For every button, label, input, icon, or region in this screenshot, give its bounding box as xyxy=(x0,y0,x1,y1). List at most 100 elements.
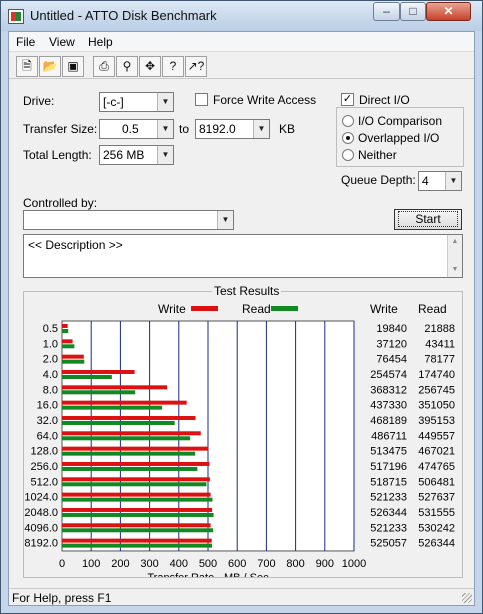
new-document-icon[interactable]: 🗎 xyxy=(16,56,38,77)
read-value-label: 395153 xyxy=(418,415,455,427)
read-bar xyxy=(62,497,213,502)
toolbar: 🗎 📂 ▣ ⎙ ⚲ ✥ ? ↗? xyxy=(9,53,474,79)
overlapped-io-radio[interactable] xyxy=(342,132,354,144)
y-tick-label: 2048.0 xyxy=(24,507,58,519)
x-tick-label: 300 xyxy=(140,558,158,570)
x-tick-label: 900 xyxy=(316,558,334,570)
y-tick-label: 1024.0 xyxy=(24,492,58,504)
read-value-label: 527637 xyxy=(418,492,455,504)
y-tick-label: 32.0 xyxy=(37,415,58,427)
read-bar xyxy=(62,390,136,395)
read-value-label: 526344 xyxy=(418,538,455,550)
y-tick-label: 4096.0 xyxy=(24,522,58,534)
title-bar[interactable]: Untitled - ATTO Disk Benchmark – □ ✕ xyxy=(1,1,482,31)
x-tick-label: 1000 xyxy=(342,558,366,570)
description-scrollbar[interactable]: ▲ ▼ xyxy=(447,235,462,277)
close-button[interactable]: ✕ xyxy=(426,2,471,21)
neither-radio[interactable] xyxy=(342,149,354,161)
test-results-group: Test Results Write Read Write Read 0.5 19… xyxy=(23,284,463,578)
transfer-from-value: 0.5 xyxy=(122,122,139,136)
context-help-icon[interactable]: ↗? xyxy=(185,56,207,77)
transfer-size-label: Transfer Size: xyxy=(23,122,98,136)
help-icon[interactable]: ? xyxy=(162,56,184,77)
controlled-by-select[interactable]: ▼ xyxy=(23,210,234,230)
description-text: << Description >> xyxy=(28,238,123,252)
chevron-down-icon: ▼ xyxy=(157,120,173,138)
write-value-label: 517196 xyxy=(370,461,407,473)
write-bar xyxy=(62,369,135,374)
description-box[interactable]: << Description >> ▲ ▼ xyxy=(23,234,463,278)
print-preview-icon[interactable]: ⚲ xyxy=(116,56,138,77)
maximize-button[interactable]: □ xyxy=(400,2,426,21)
scroll-down-icon[interactable]: ▼ xyxy=(448,263,462,277)
direct-io-checkbox[interactable]: ✓ xyxy=(341,93,354,106)
chevron-down-icon: ▼ xyxy=(217,211,233,229)
write-value-label: 437330 xyxy=(370,400,407,412)
transfer-from-select[interactable]: 0.5 ▼ xyxy=(99,119,174,139)
y-tick-label: 0.5 xyxy=(43,323,58,335)
write-value-label: 468189 xyxy=(370,415,407,427)
read-bar xyxy=(62,420,175,425)
y-tick-label: 4.0 xyxy=(43,369,58,381)
chevron-down-icon: ▼ xyxy=(445,172,461,190)
write-bar xyxy=(62,446,209,451)
app-window: Untitled - ATTO Disk Benchmark – □ ✕ Fil… xyxy=(0,0,483,614)
client-area: File View Help 🗎 📂 ▣ ⎙ ⚲ ✥ ? ↗? Drive: [… xyxy=(8,31,475,606)
y-tick-label: 1.0 xyxy=(43,338,58,350)
write-bar xyxy=(62,523,211,528)
read-value-label: 78177 xyxy=(424,354,455,366)
menu-view[interactable]: View xyxy=(49,35,75,49)
write-bar xyxy=(62,492,211,497)
read-value-label: 506481 xyxy=(418,476,455,488)
write-value-label: 518715 xyxy=(370,476,407,488)
read-bar xyxy=(62,436,191,441)
io-comparison-radio[interactable] xyxy=(342,115,354,127)
total-length-value: 256 MB xyxy=(103,148,145,162)
write-bar xyxy=(62,339,73,344)
save-icon[interactable]: ▣ xyxy=(62,56,84,77)
move-icon[interactable]: ✥ xyxy=(139,56,161,77)
minimize-button[interactable]: – xyxy=(373,2,400,21)
force-write-label: Force Write Access xyxy=(213,93,317,107)
read-bar xyxy=(62,466,198,471)
x-tick-label: 700 xyxy=(257,558,275,570)
y-tick-label: 16.0 xyxy=(37,400,58,412)
force-write-checkbox[interactable] xyxy=(195,93,208,106)
transfer-to-select[interactable]: 8192.0 ▼ xyxy=(195,119,270,139)
chevron-down-icon: ▼ xyxy=(157,93,173,111)
start-button[interactable]: Start xyxy=(394,209,462,230)
write-value-label: 521233 xyxy=(370,492,407,504)
queue-depth-select[interactable]: 4 ▼ xyxy=(418,171,462,191)
write-value-label: 486711 xyxy=(371,430,407,442)
print-icon[interactable]: ⎙ xyxy=(93,56,115,77)
queue-depth-value: 4 xyxy=(422,174,429,188)
write-value-label: 19840 xyxy=(376,323,407,335)
status-text: For Help, press F1 xyxy=(12,591,112,605)
y-tick-label: 2.0 xyxy=(43,354,58,366)
drive-select-value: [-c-] xyxy=(103,95,124,109)
write-bar xyxy=(62,431,201,436)
kb-label: KB xyxy=(279,122,296,136)
drive-label: Drive: xyxy=(23,94,55,108)
x-tick-label: 100 xyxy=(82,558,100,570)
open-folder-icon[interactable]: 📂 xyxy=(39,56,61,77)
y-tick-label: 128.0 xyxy=(30,446,58,458)
y-tick-label: 256.0 xyxy=(30,461,58,473)
total-length-select[interactable]: 256 MB ▼ xyxy=(99,145,174,165)
x-tick-label: 0 xyxy=(59,558,65,570)
y-tick-label: 8.0 xyxy=(43,384,58,396)
scroll-up-icon[interactable]: ▲ xyxy=(448,235,462,249)
y-tick-label: 64.0 xyxy=(37,430,58,442)
x-tick-label: 800 xyxy=(286,558,304,570)
overlapped-io-label: Overlapped I/O xyxy=(358,131,440,145)
write-value-label: 526344 xyxy=(370,507,407,519)
read-value-label: 530242 xyxy=(418,522,455,534)
drive-select[interactable]: [-c-] ▼ xyxy=(99,92,174,112)
resize-grip-icon[interactable] xyxy=(462,593,472,603)
write-bar xyxy=(62,461,210,466)
write-bar xyxy=(62,400,187,405)
queue-depth-label: Queue Depth: xyxy=(341,173,416,187)
write-value-label: 525057 xyxy=(370,538,407,550)
menu-help[interactable]: Help xyxy=(88,35,113,49)
menu-file[interactable]: File xyxy=(16,35,35,49)
